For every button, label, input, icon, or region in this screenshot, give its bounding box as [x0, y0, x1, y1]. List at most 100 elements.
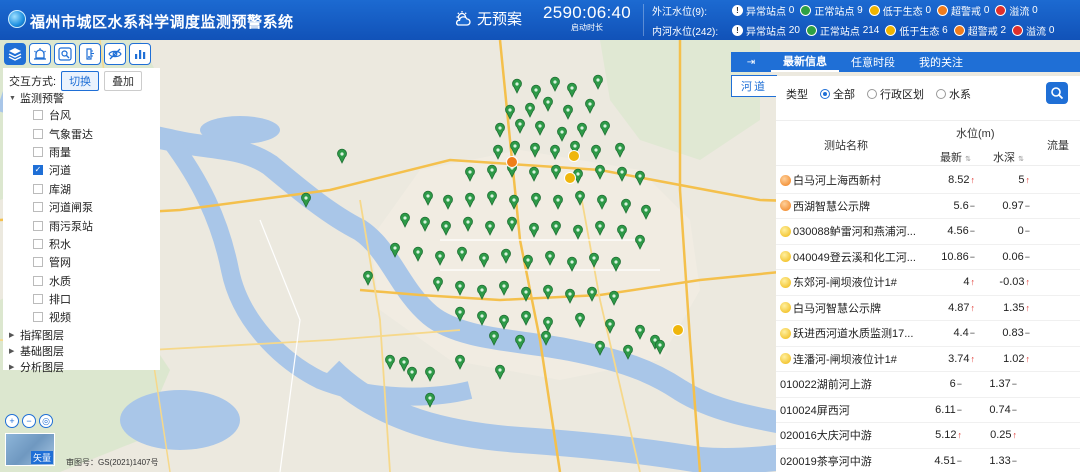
station-marker[interactable] — [510, 140, 520, 156]
station-marker[interactable] — [455, 354, 465, 370]
station-marker[interactable] — [465, 166, 475, 182]
station-marker[interactable] — [443, 194, 453, 210]
station-marker[interactable] — [485, 220, 495, 236]
station-marker[interactable] — [477, 310, 487, 326]
station-marker[interactable] — [477, 284, 487, 300]
station-marker[interactable] — [615, 142, 625, 158]
group-command-layer[interactable]: ▶ 指挥图层 — [9, 327, 154, 343]
inner-eco[interactable]: 低于生态 6 — [885, 23, 948, 38]
zoom-in-button[interactable]: + — [5, 414, 19, 428]
layer-checkbox[interactable] — [33, 238, 43, 249]
layer-checkbox[interactable] — [33, 202, 43, 213]
station-marker[interactable] — [423, 190, 433, 206]
station-marker[interactable] — [515, 118, 525, 134]
measure-button[interactable] — [79, 43, 101, 65]
station-marker[interactable] — [635, 170, 645, 186]
station-marker[interactable] — [565, 288, 575, 304]
outer-overflow[interactable]: 溢流 0 — [995, 3, 1038, 18]
station-marker[interactable] — [529, 166, 539, 182]
inner-normal[interactable]: 正常站点 214 — [805, 23, 879, 38]
group-monitor-warning[interactable]: ▼ 监测预警 — [9, 90, 154, 106]
station-marker[interactable] — [515, 334, 525, 350]
statistics-button[interactable] — [129, 43, 151, 65]
filter-district-radio[interactable]: 行政区划 — [867, 86, 924, 102]
table-row[interactable]: 010024屏西河 6.11− 0.74− — [776, 398, 1080, 423]
layer-checkbox[interactable] — [33, 220, 43, 231]
station-marker[interactable] — [595, 164, 605, 180]
alarm-button[interactable] — [29, 43, 51, 65]
col-latest[interactable]: 最新 ⇅ — [940, 149, 971, 165]
station-marker[interactable] — [609, 290, 619, 306]
tab-latest-info[interactable]: 最新信息 — [771, 52, 839, 72]
station-marker[interactable] — [529, 222, 539, 238]
inner-warn[interactable]: 超警戒 2 — [953, 23, 1006, 38]
col-depth[interactable]: 水深 ⇅ — [993, 149, 1024, 165]
table-row[interactable]: 010022湖前河上游 6− 1.37− — [776, 372, 1080, 398]
station-marker[interactable] — [407, 366, 417, 382]
station-marker[interactable] — [587, 286, 597, 302]
station-marker[interactable] — [623, 344, 633, 360]
station-marker[interactable] — [525, 102, 535, 118]
river-category-tab[interactable]: 河道 — [731, 75, 777, 97]
station-marker[interactable] — [543, 96, 553, 112]
station-marker[interactable] — [563, 104, 573, 120]
station-marker[interactable] — [425, 366, 435, 382]
station-marker-alert[interactable] — [506, 156, 518, 168]
layer-item[interactable]: 排口 — [9, 290, 154, 308]
layer-item[interactable]: ✓ 河道 — [9, 161, 154, 179]
station-marker[interactable] — [575, 312, 585, 328]
station-marker[interactable] — [655, 339, 665, 355]
search-button[interactable] — [1046, 82, 1068, 104]
outer-abnormal[interactable]: ! 异常站点 0 — [732, 3, 794, 18]
station-marker[interactable] — [512, 78, 522, 94]
group-base-layer[interactable]: ▶ 基础图层 — [9, 343, 154, 359]
station-marker[interactable] — [501, 248, 511, 264]
layer-item[interactable]: 气象雷达 — [9, 124, 154, 142]
station-marker[interactable] — [567, 82, 577, 98]
layer-item[interactable]: 管网 — [9, 253, 154, 271]
station-marker[interactable] — [589, 252, 599, 268]
station-marker[interactable] — [593, 74, 603, 90]
station-marker[interactable] — [455, 280, 465, 296]
station-marker[interactable] — [551, 220, 561, 236]
hide-button[interactable] — [104, 43, 126, 65]
layer-checkbox[interactable]: ✓ — [33, 165, 43, 176]
station-marker[interactable] — [641, 204, 651, 220]
table-row[interactable]: 白马河上海西新村 8.52↑ 5↑ — [776, 168, 1080, 194]
station-marker[interactable] — [435, 250, 445, 266]
station-marker[interactable] — [420, 216, 430, 232]
table-row[interactable]: 跃进西河道水质监测17... 4.4− 0.83− — [776, 321, 1080, 347]
station-marker[interactable] — [455, 306, 465, 322]
layer-checkbox[interactable] — [33, 275, 43, 286]
station-marker[interactable] — [495, 364, 505, 380]
station-marker[interactable] — [595, 220, 605, 236]
tab-my-follows[interactable]: 我的关注 — [907, 52, 975, 72]
group-analysis-layer[interactable]: ▶ 分析图层 — [9, 359, 154, 375]
layer-checkbox[interactable] — [33, 128, 43, 139]
layer-item[interactable]: 河道闸泵 — [9, 198, 154, 216]
table-row[interactable]: 连潘河-闸坝液位计1# 3.74↑ 1.02↑ — [776, 347, 1080, 372]
station-marker[interactable] — [557, 126, 567, 142]
station-marker[interactable] — [617, 224, 627, 240]
station-marker[interactable] — [577, 122, 587, 138]
layer-checkbox[interactable] — [33, 183, 43, 194]
table-row[interactable]: 040049登云溪和化工河... 10.86− 0.06− — [776, 245, 1080, 270]
weather-status[interactable]: 无预案 — [453, 8, 522, 29]
station-marker[interactable] — [507, 216, 517, 232]
layer-item[interactable]: 视频 — [9, 308, 154, 326]
station-marker[interactable] — [457, 246, 467, 262]
zoom-out-button[interactable]: − — [22, 414, 36, 428]
station-marker[interactable] — [400, 212, 410, 228]
station-marker[interactable] — [487, 190, 497, 206]
inner-abnormal[interactable]: ! 异常站点 20 — [732, 23, 800, 38]
station-marker[interactable] — [425, 392, 435, 408]
station-marker[interactable] — [385, 354, 395, 370]
station-marker[interactable] — [433, 276, 443, 292]
station-marker[interactable] — [521, 286, 531, 302]
station-marker[interactable] — [523, 254, 533, 270]
outer-eco[interactable]: 低于生态 0 — [868, 3, 931, 18]
filter-all-radio[interactable]: 全部 — [820, 86, 855, 102]
station-marker[interactable] — [499, 280, 509, 296]
layer-item[interactable]: 积水 — [9, 235, 154, 253]
station-marker-alert[interactable] — [672, 324, 684, 336]
